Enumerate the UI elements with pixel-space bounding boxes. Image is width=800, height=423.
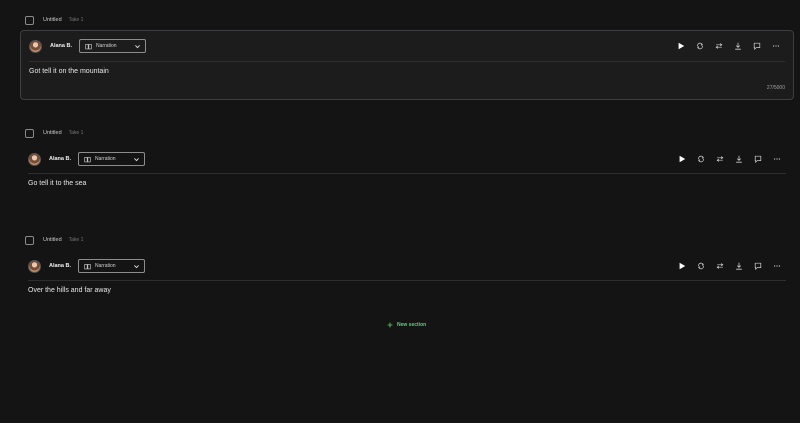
section-header: Untitled Take 1 — [20, 233, 83, 247]
more-button[interactable] — [766, 38, 785, 54]
new-section-button[interactable]: New section — [387, 320, 426, 329]
section-header: Untitled Take 1 — [20, 126, 83, 140]
play-button[interactable] — [672, 151, 691, 167]
section-text[interactable]: Got tell it on the mountain — [29, 68, 109, 75]
download-button[interactable] — [729, 151, 748, 167]
book-icon — [85, 43, 92, 49]
more-button[interactable] — [767, 258, 786, 274]
regenerate-icon — [697, 262, 704, 270]
char-count: 27/5000 — [766, 85, 785, 91]
section-checkbox[interactable] — [25, 128, 34, 138]
style-dropdown[interactable]: Narration — [79, 39, 147, 53]
section-title[interactable]: Untitled — [43, 17, 62, 23]
section-take[interactable]: Take 1 — [69, 17, 84, 23]
regenerate-icon — [696, 42, 703, 50]
download-icon — [735, 262, 742, 270]
comment-button[interactable] — [748, 151, 767, 167]
section-take[interactable]: Take 1 — [69, 237, 84, 243]
more-icon — [773, 158, 780, 160]
section-checkbox[interactable] — [25, 15, 34, 25]
swap-button[interactable] — [710, 151, 729, 167]
style-label: Narration — [96, 43, 117, 49]
section-card[interactable]: Alana B. Narration Go tell it to the sea — [20, 143, 794, 198]
section-take[interactable]: Take 1 — [69, 130, 84, 136]
regenerate-button[interactable] — [690, 38, 709, 54]
avatar[interactable] — [28, 152, 41, 166]
comment-icon — [753, 42, 760, 50]
plus-icon — [387, 322, 393, 327]
section-1: Untitled Take 1 Alana B. Narration Got t… — [20, 0, 794, 110]
section-3: Untitled Take 1 Alana B. Narration Over … — [20, 220, 794, 310]
chevron-down-icon — [135, 45, 140, 49]
play-button[interactable] — [672, 258, 691, 274]
more-button[interactable] — [767, 151, 786, 167]
new-section-label: New section — [397, 321, 427, 328]
divider — [28, 173, 786, 174]
download-icon — [734, 42, 741, 50]
swap-icon — [715, 43, 722, 49]
section-text[interactable]: Go tell it to the sea — [28, 180, 86, 187]
section-title[interactable]: Untitled — [43, 130, 62, 136]
section-header: Untitled Take 1 — [20, 13, 83, 27]
download-button[interactable] — [728, 38, 747, 54]
section-toolbar — [671, 38, 785, 54]
comment-button[interactable] — [747, 38, 766, 54]
voice-name[interactable]: Alana B. — [49, 156, 71, 162]
comment-button[interactable] — [748, 258, 767, 274]
play-icon — [678, 42, 684, 50]
voice-name[interactable]: Alana B. — [50, 43, 72, 49]
section-card[interactable]: Alana B. Narration Got tell it on the mo… — [20, 30, 794, 100]
swap-icon — [716, 263, 723, 269]
divider — [28, 280, 786, 281]
more-icon — [773, 265, 780, 267]
chevron-down-icon — [134, 158, 139, 162]
section-toolbar — [672, 258, 786, 274]
book-icon — [84, 156, 91, 162]
swap-icon — [716, 156, 723, 162]
comment-icon — [754, 262, 761, 270]
regenerate-icon — [697, 155, 704, 163]
download-icon — [735, 155, 742, 163]
avatar[interactable] — [29, 39, 42, 53]
regenerate-button[interactable] — [691, 151, 710, 167]
play-icon — [679, 155, 685, 163]
style-dropdown[interactable]: Narration — [78, 259, 146, 273]
play-icon — [679, 262, 685, 270]
section-text[interactable]: Over the hills and far away — [28, 287, 111, 294]
play-button[interactable] — [671, 38, 690, 54]
more-icon — [772, 45, 779, 47]
style-dropdown[interactable]: Narration — [78, 152, 146, 166]
swap-button[interactable] — [709, 38, 728, 54]
divider — [29, 61, 785, 62]
avatar[interactable] — [28, 259, 41, 273]
style-label: Narration — [95, 156, 116, 162]
regenerate-button[interactable] — [691, 258, 710, 274]
section-title[interactable]: Untitled — [43, 237, 62, 243]
chevron-down-icon — [134, 265, 139, 269]
book-icon — [84, 263, 91, 269]
section-checkbox[interactable] — [25, 235, 34, 245]
voice-name[interactable]: Alana B. — [49, 263, 71, 269]
section-2: Untitled Take 1 Alana B. Narration Go te… — [20, 113, 794, 203]
swap-button[interactable] — [710, 258, 729, 274]
section-card[interactable]: Alana B. Narration Over the hills and fa… — [20, 250, 794, 305]
section-toolbar — [672, 151, 786, 167]
style-label: Narration — [95, 263, 116, 269]
comment-icon — [754, 155, 761, 163]
download-button[interactable] — [729, 258, 748, 274]
